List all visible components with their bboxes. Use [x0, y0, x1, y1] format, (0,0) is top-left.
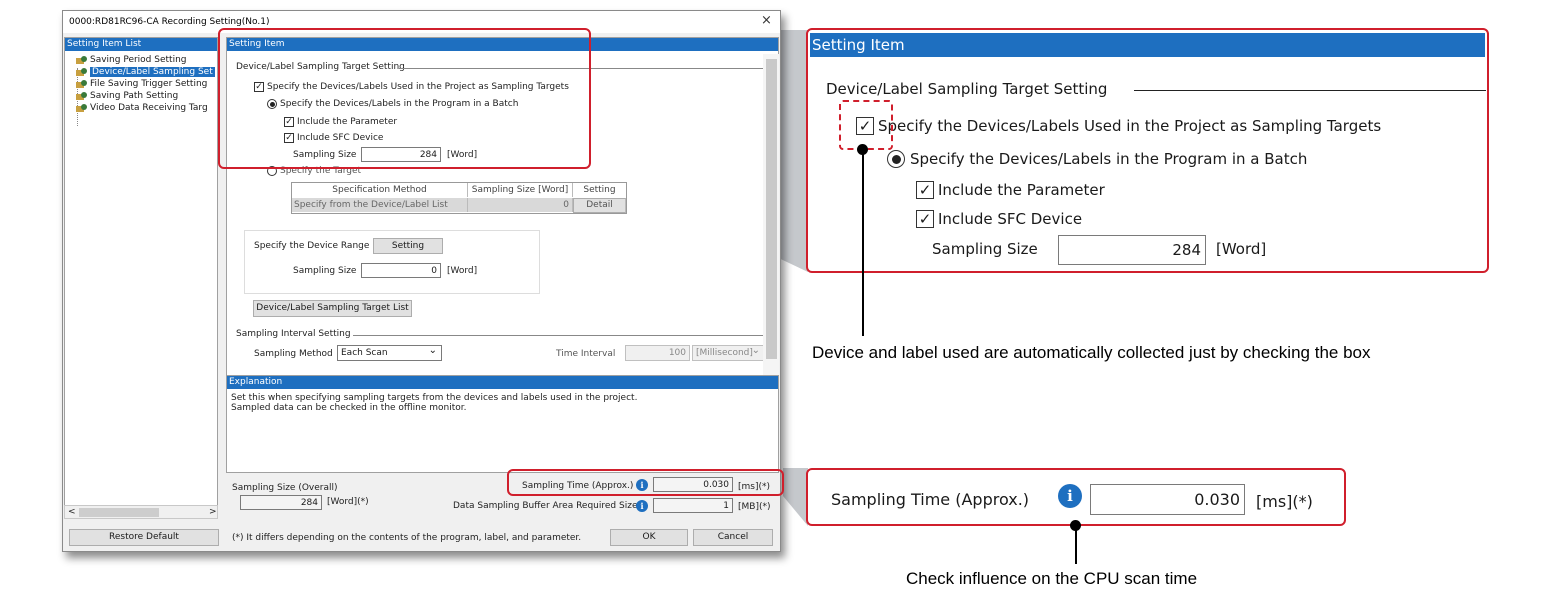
zoom-include-sfc-label: Include SFC Device: [938, 210, 1083, 228]
window-title: 0000:RD81RC96-CA Recording Setting(No.1): [69, 17, 270, 27]
zoom-sampling-size-unit: [Word]: [1216, 240, 1267, 258]
explanation-header: Explanation: [227, 376, 778, 389]
scroll-right-icon[interactable]: >: [209, 507, 217, 517]
explanation-text: Set this when specifying sampling target…: [227, 389, 778, 417]
setting-item-icon: [75, 91, 88, 101]
overall-size-field: 284: [240, 495, 322, 510]
zoom-sampling-time-label: Sampling Time (Approx.): [831, 490, 1030, 509]
zoom-sampling-time-unit: [ms](*): [1256, 492, 1313, 511]
close-icon[interactable]: ×: [761, 13, 772, 28]
setting-item-icon: [75, 79, 88, 89]
tree-item-label: Saving Path Setting: [90, 91, 179, 101]
tree-item-label: Video Data Receiving Targ: [90, 103, 208, 113]
scan-time-caption: Check influence on the CPU scan time: [906, 569, 1198, 588]
zoom-sampling-size-field: 284: [1058, 235, 1206, 265]
sampling-method-value: Each Scan: [341, 348, 388, 358]
zoom-sampling-size-label: Sampling Size: [932, 240, 1038, 258]
range-sampling-size-field: 0: [361, 263, 441, 278]
checkbox-dashed-highlight: [839, 100, 893, 150]
setting-item-icon: [75, 103, 88, 113]
setting-highlight-box: [218, 28, 591, 169]
buffer-size-unit: [MB](*): [738, 502, 771, 512]
device-range-label: Specify the Device Range: [254, 241, 370, 251]
zoom-target-group-title: Device/Label Sampling Target Setting: [826, 80, 1108, 98]
checkbox-leader-line: [862, 150, 864, 336]
tree-item-file-saving-trigger[interactable]: File Saving Trigger Setting: [75, 79, 207, 89]
table-header-setting: Setting: [583, 185, 616, 195]
setting-item-list-pane: Setting Item List Saving Period Setting …: [64, 37, 218, 519]
target-list-button[interactable]: Device/Label Sampling Target List: [253, 300, 412, 317]
zoom-setting-header: Setting Item: [810, 33, 1485, 57]
footer-note: (*) It differs depending on the contents…: [232, 533, 582, 543]
explanation-line-2: Sampled data can be checked in the offli…: [231, 403, 467, 413]
restore-default-button[interactable]: Restore Default: [69, 529, 219, 546]
scrollbar-thumb[interactable]: [79, 508, 159, 517]
tree-item-video-data[interactable]: Video Data Receiving Targ: [75, 103, 208, 113]
scrollbar-thumb[interactable]: [766, 59, 777, 359]
cancel-button[interactable]: Cancel: [693, 529, 773, 546]
scan-time-leader-line: [1075, 526, 1077, 564]
zoom-include-sfc-option[interactable]: ✓ Include SFC Device: [916, 210, 1082, 228]
scroll-left-icon[interactable]: <: [68, 507, 76, 517]
overall-size-label: Sampling Size (Overall): [232, 483, 338, 493]
range-sampling-size-unit: [Word]: [447, 266, 478, 276]
checkbox-caption: Device and label used are automatically …: [812, 343, 1371, 362]
sampling-method-select[interactable]: Each Scan ⌄: [337, 345, 442, 361]
chevron-down-icon: ⌄: [751, 345, 760, 356]
time-interval-unit-select: [Millisecond] ⌄: [692, 345, 764, 361]
table-cell-size: 0: [468, 198, 573, 212]
setting-zoom-panel: Setting Item Device/Label Sampling Targe…: [806, 28, 1489, 273]
tree-item-device-label-sampling[interactable]: Device/Label Sampling Set: [75, 67, 215, 77]
zoom-include-parameter-label: Include the Parameter: [938, 181, 1105, 199]
group-divider: [353, 335, 765, 336]
time-interval-field: 100: [625, 345, 690, 361]
leader-dot: [1070, 520, 1081, 531]
interval-group-title: Sampling Interval Setting: [236, 329, 351, 339]
sampling-time-highlight-box: [507, 469, 784, 496]
time-callout-wedge: [783, 468, 808, 526]
zoom-batch-radio-option[interactable]: Specify the Devices/Labels in the Progra…: [887, 150, 1307, 168]
specification-table: Specification Method Sampling Size [Word…: [291, 182, 627, 214]
check-icon[interactable]: ✓: [916, 181, 934, 199]
buffer-size-field: 1: [653, 498, 733, 513]
tree-item-label: Saving Period Setting: [90, 55, 187, 65]
chevron-down-icon: ⌄: [428, 345, 437, 356]
zoom-specify-in-project-label: Specify the Devices/Labels Used in the P…: [878, 117, 1382, 135]
table-header-size: Sampling Size [Word]: [468, 183, 573, 197]
buffer-size-label: Data Sampling Buffer Area Required Size: [453, 501, 638, 511]
setting-item-list-header: Setting Item List: [65, 38, 217, 51]
time-interval-unit: [Millisecond]: [696, 348, 753, 358]
zoom-batch-radio-label: Specify the Devices/Labels in the Progra…: [910, 150, 1308, 168]
time-interval-label: Time Interval: [556, 349, 616, 359]
setting-item-icon: [75, 55, 88, 65]
zoom-include-parameter-option[interactable]: ✓ Include the Parameter: [916, 181, 1105, 199]
tree-item-label: File Saving Trigger Setting: [90, 79, 208, 89]
zoom-specify-in-project-option[interactable]: ✓ Specify the Devices/Labels Used in the…: [856, 117, 1381, 135]
explanation-pane: Explanation Set this when specifying sam…: [226, 375, 779, 473]
ok-button[interactable]: OK: [610, 529, 688, 546]
sampling-method-label: Sampling Method: [254, 349, 333, 359]
device-range-setting-button[interactable]: Setting: [373, 238, 443, 254]
tree-item-label: Device/Label Sampling Set: [90, 67, 215, 77]
sampling-time-zoom-panel: Sampling Time (Approx.) i 0.030 [ms](*): [806, 468, 1346, 526]
table-cell-method: Specify from the Device/Label List: [292, 198, 468, 212]
range-sampling-size-label: Sampling Size: [293, 266, 357, 276]
group-divider: [1134, 90, 1486, 91]
radio-selected-icon[interactable]: [887, 150, 905, 168]
tree-item-saving-path[interactable]: Saving Path Setting: [75, 91, 178, 101]
tree-item-saving-period[interactable]: Saving Period Setting: [75, 55, 186, 65]
info-icon[interactable]: i: [1058, 484, 1082, 508]
table-header-method: Specification Method: [292, 183, 468, 197]
zoom-sampling-time-field: 0.030: [1090, 484, 1245, 515]
check-icon[interactable]: ✓: [916, 210, 934, 228]
setting-item-icon: [75, 67, 88, 77]
explanation-line-1: Set this when specifying sampling target…: [231, 393, 638, 403]
leader-dot: [857, 144, 868, 155]
horizontal-scrollbar[interactable]: < >: [64, 505, 218, 519]
info-icon[interactable]: i: [636, 500, 648, 512]
overall-size-unit: [Word](*): [327, 497, 369, 507]
detail-button[interactable]: Detail: [573, 198, 626, 213]
